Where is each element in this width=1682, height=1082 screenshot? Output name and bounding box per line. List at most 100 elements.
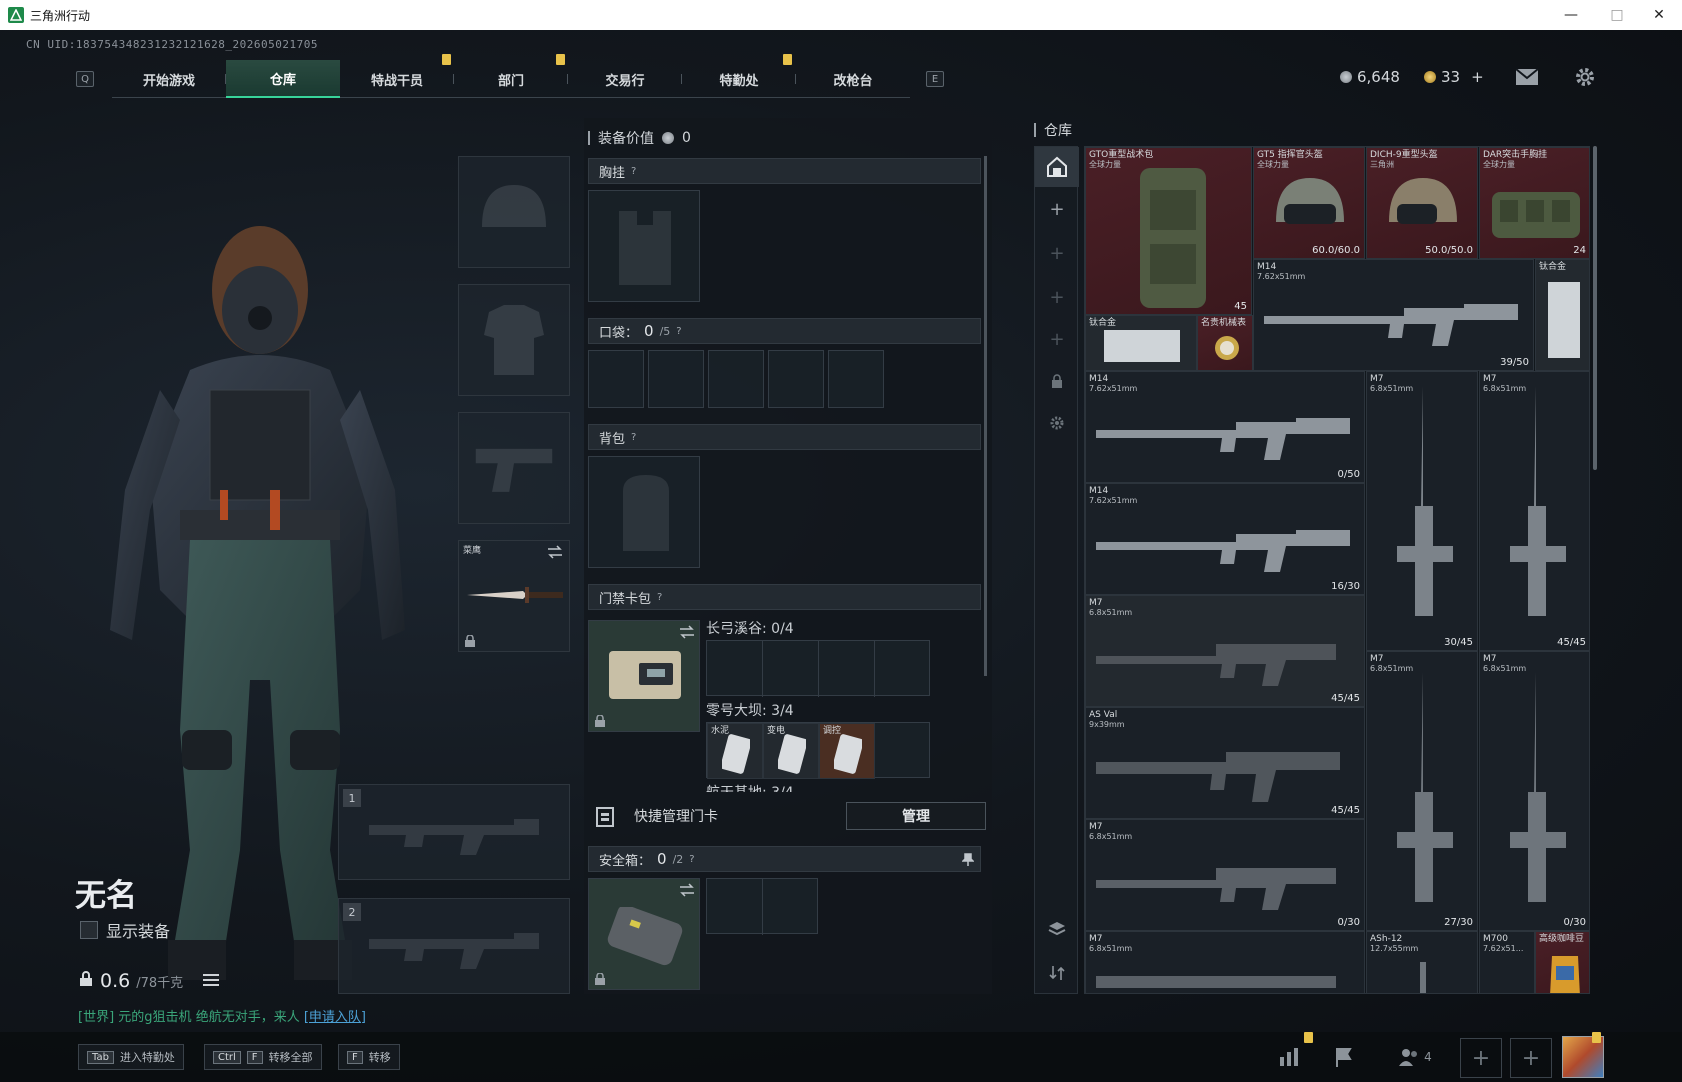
warehouse-item[interactable]: 名贵机械表 — [1197, 315, 1253, 371]
safe-box-grid[interactable] — [706, 878, 818, 935]
loadout-scrollbar[interactable] — [984, 156, 987, 676]
help-icon[interactable]: ? — [657, 592, 662, 603]
manage-keycards-button[interactable]: 管理 — [846, 802, 986, 830]
squad-button[interactable]: 4 — [1390, 1042, 1440, 1072]
item-name: M7 — [1089, 822, 1103, 832]
melee-slot[interactable]: 菜鹰 — [458, 540, 570, 652]
helmet-slot[interactable] — [458, 156, 570, 268]
show-equipment-toggle[interactable]: 显示装备 — [80, 918, 170, 942]
chat-sender[interactable]: 元的g狙击机 — [118, 1010, 191, 1025]
warehouse-item[interactable]: M14 7.62x51mm 39/50 — [1253, 259, 1534, 371]
flag-icon[interactable] — [1324, 1042, 1364, 1072]
warehouse-item[interactable]: M700 7.62x51... — [1479, 931, 1535, 993]
warehouse-item[interactable]: DAR突击手胸挂 全球力量 24 — [1479, 147, 1589, 259]
notify-badge — [783, 54, 792, 65]
pocket-slot[interactable] — [648, 350, 704, 408]
add-tab-icon[interactable]: + — [1035, 277, 1079, 317]
invite-slot-add-icon[interactable]: + — [1510, 1038, 1552, 1078]
pocket-slot[interactable] — [768, 350, 824, 408]
minimize-button[interactable]: — — [1548, 0, 1594, 30]
join-team-link[interactable]: [申请入队] — [304, 1010, 366, 1025]
list-icon[interactable] — [203, 973, 220, 987]
keycard-item[interactable]: 变电 — [763, 723, 819, 779]
warehouse-item[interactable]: AS Val 9x39mm 45/45 — [1085, 707, 1365, 819]
warehouse-item[interactable]: M7 6.8x51mm 45/45 — [1479, 371, 1589, 651]
tab-department[interactable]: 部门 — [454, 60, 568, 98]
pocket-slot[interactable] — [708, 350, 764, 408]
swap-icon[interactable] — [547, 545, 563, 559]
layers-icon[interactable] — [1035, 909, 1079, 949]
tab-special-ops[interactable]: 特勤处 — [682, 60, 796, 98]
titanium-plate-icon — [1548, 282, 1580, 358]
warehouse-item[interactable]: 钛合金 — [1535, 259, 1589, 371]
chest-rig-slot[interactable] — [588, 190, 700, 302]
warehouse-item[interactable]: M7 6.8x51mm 0/30 — [1479, 651, 1589, 931]
hint-transfer[interactable]: F 转移 — [338, 1044, 400, 1070]
coffee-bag-icon — [1550, 956, 1580, 993]
nav-right-key[interactable]: E — [926, 71, 944, 87]
warehouse-home-icon[interactable] — [1035, 147, 1079, 187]
hint-enter-special-ops[interactable]: Tab 进入特勤处 — [78, 1044, 184, 1070]
add-tab-icon[interactable]: + — [1035, 189, 1079, 229]
help-icon[interactable]: ? — [676, 326, 681, 337]
sort-icon[interactable] — [1035, 953, 1079, 993]
pin-icon[interactable] — [962, 853, 974, 867]
armor-slot[interactable] — [458, 284, 570, 396]
item-subtitle: 全球力量 — [1257, 160, 1289, 169]
swap-icon[interactable] — [679, 883, 695, 897]
add-tab-icon[interactable]: + — [1035, 319, 1079, 359]
add-tab-icon[interactable]: + — [1035, 233, 1079, 273]
stats-icon[interactable] — [1270, 1042, 1310, 1072]
item-name: M700 — [1483, 934, 1508, 944]
keycard-item[interactable]: 水泥 — [707, 723, 763, 779]
nav-left-key[interactable]: Q — [76, 71, 94, 87]
help-icon[interactable]: ? — [631, 432, 636, 443]
warehouse-item[interactable]: M7 6.8x51mm 45/45 — [1085, 595, 1365, 707]
swap-icon[interactable] — [679, 625, 695, 639]
mail-icon[interactable] — [1514, 66, 1540, 88]
warehouse-item[interactable]: M7 6.8x51mm 0/30 — [1085, 819, 1365, 931]
pocket-slot[interactable] — [588, 350, 644, 408]
warehouse-item[interactable]: 高级咖啡豆 — [1535, 931, 1589, 993]
warehouse-item[interactable]: DICH-9重型头盔 三角洲 50.0/50.0 — [1366, 147, 1478, 259]
keycard-case-slot[interactable] — [588, 620, 700, 732]
safe-box-slot[interactable] — [588, 878, 700, 990]
help-icon[interactable]: ? — [631, 166, 636, 177]
help-icon[interactable]: ? — [689, 854, 694, 865]
tab-start-game[interactable]: 开始游戏 — [112, 60, 226, 98]
settings-gear-icon[interactable] — [1035, 403, 1079, 443]
primary-weapon-slot-2[interactable]: 2 — [338, 898, 570, 994]
settings-gear-icon[interactable] — [1572, 66, 1598, 88]
pistol-slot[interactable] — [458, 412, 570, 524]
item-durability: 0/30 — [1563, 917, 1586, 928]
tab-market[interactable]: 交易行 — [568, 60, 682, 98]
maximize-button[interactable]: □ — [1594, 0, 1640, 30]
hint-transfer-all[interactable]: Ctrl F 转移全部 — [204, 1044, 322, 1070]
warehouse-item[interactable]: GT5 指挥官头盔 全球力量 60.0/60.0 — [1253, 147, 1365, 259]
tab-warehouse[interactable]: 仓库 — [226, 60, 340, 98]
warehouse-item[interactable]: M14 7.62x51mm 16/30 — [1085, 483, 1365, 595]
invite-slot-add-icon[interactable]: + — [1460, 1038, 1502, 1078]
primary-weapon-slot-1[interactable]: 1 — [338, 784, 570, 880]
keycard-grid[interactable]: 水泥 变电 调控 — [706, 722, 930, 779]
tab-gunsmith[interactable]: 改枪台 — [796, 60, 910, 98]
warehouse-item[interactable]: GTO重型战术包 全球力量 45 — [1085, 147, 1252, 315]
pocket-slot[interactable] — [828, 350, 884, 408]
checkbox[interactable] — [80, 921, 98, 939]
warehouse-item[interactable]: M7 6.8x51mm 30/45 — [1366, 371, 1478, 651]
backpack-slot[interactable] — [588, 456, 700, 568]
warehouse-item[interactable]: 钛合金 — [1085, 315, 1197, 371]
warehouse-scrollbar[interactable] — [1593, 146, 1597, 470]
close-button[interactable]: ✕ — [1636, 0, 1682, 30]
add-currency-icon[interactable]: + — [1471, 68, 1484, 86]
keycard-grid[interactable] — [706, 640, 930, 697]
warehouse-item[interactable]: M7 6.8x51mm — [1085, 931, 1365, 993]
warehouse-title: 仓库 — [1034, 120, 1072, 140]
warehouse-item[interactable]: M7 6.8x51mm 27/30 — [1366, 651, 1478, 931]
warehouse-item[interactable]: ASh-12 12.7x55mm — [1366, 931, 1478, 993]
gold-currency[interactable]: 33 + — [1424, 68, 1484, 86]
keycard-item[interactable]: 调控 — [819, 723, 875, 779]
warehouse-item[interactable]: M14 7.62x51mm 0/50 — [1085, 371, 1365, 483]
tab-operators[interactable]: 特战干员 — [340, 60, 454, 98]
helmet-icon — [471, 169, 557, 255]
